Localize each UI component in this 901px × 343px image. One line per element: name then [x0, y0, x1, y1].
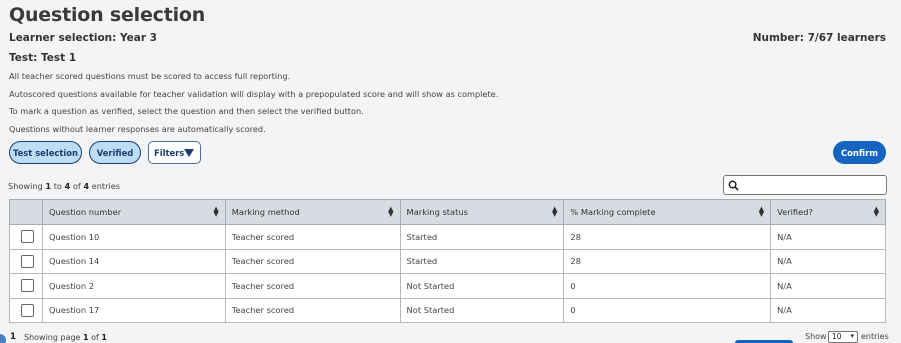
search-input[interactable] [723, 175, 887, 195]
showing-of-word: of [72, 181, 81, 191]
page-info-page: 1 [83, 333, 89, 342]
marking-status-cell: Not Started [399, 297, 565, 323]
filters-button[interactable]: Filters [148, 141, 201, 164]
sort-icon[interactable]: ▲ ▼ [213, 206, 218, 218]
showing-total: 4 [83, 181, 90, 191]
showing-to-word: to [53, 181, 62, 191]
questions-table: Question number ▲ ▼ Marking method ▲ ▼ Mar… [9, 199, 886, 323]
showing-prefix: Showing [8, 181, 43, 191]
info-line-2: Autoscored questions available for teach… [9, 89, 499, 99]
filters-label: Filters [154, 147, 185, 158]
row-checkbox-cell [9, 297, 43, 323]
row-checkbox-cell [9, 248, 43, 274]
column-header-question-number[interactable]: Question number ▲ ▼ [41, 199, 226, 225]
showing-from: 1 [45, 181, 52, 191]
column-header-verified[interactable]: Verified? ▲ ▼ [770, 199, 886, 225]
marking-status-cell: Started [399, 224, 565, 250]
column-header-marking-status[interactable]: Marking status ▲ ▼ [399, 199, 565, 225]
row-checkbox[interactable] [21, 230, 34, 244]
row-checkbox[interactable] [21, 279, 34, 293]
marking-method-cell: Teacher scored [224, 248, 401, 274]
verified-button[interactable]: Verified [89, 141, 141, 164]
marking-status-cell: Not Started [399, 273, 565, 299]
marking-status-cell: Started [399, 248, 565, 274]
sort-icon[interactable]: ▲ ▼ [388, 206, 393, 218]
marking-method-cell: Teacher scored [224, 297, 401, 323]
showing-to: 4 [64, 181, 71, 191]
marking-complete-cell: 0 [563, 273, 772, 299]
verified-cell: N/A [770, 224, 886, 250]
marking-complete-cell: 0 [563, 297, 772, 323]
test-name: Test: Test 1 [9, 52, 77, 64]
verified-cell: N/A [770, 297, 886, 323]
verified-cell: N/A [770, 273, 886, 299]
page-size-label: Show [805, 332, 827, 341]
column-header-marking-complete[interactable]: % Marking complete ▲ ▼ [563, 199, 772, 225]
column-label: Question number [48, 207, 122, 217]
question-number-cell: Question 14 [41, 248, 226, 274]
info-line-1: All teacher scored questions must be sco… [9, 71, 291, 81]
sort-icon[interactable]: ▲ ▼ [759, 206, 764, 218]
page-info-pages: 1 [101, 333, 107, 342]
verified-cell: N/A [770, 248, 886, 274]
row-checkbox[interactable] [21, 254, 34, 268]
column-label: Verified? [777, 207, 813, 217]
column-label: % Marking complete [570, 207, 656, 217]
question-number-cell: Question 10 [41, 224, 226, 250]
column-header-marking-method[interactable]: Marking method ▲ ▼ [224, 199, 401, 225]
table-row[interactable]: Question 17 Teacher scored Not Started 0… [9, 297, 886, 323]
column-label: Marking status [406, 207, 468, 217]
table-row[interactable]: Question 2 Teacher scored Not Started 0 … [9, 273, 886, 299]
marking-method-cell: Teacher scored [224, 224, 401, 250]
question-number-cell: Question 2 [41, 273, 226, 299]
marking-method-cell: Teacher scored [224, 273, 401, 299]
info-line-4: Questions without learner responses are … [9, 124, 266, 134]
page-title: Question selection [9, 4, 206, 26]
row-checkbox-cell [9, 224, 43, 250]
entries-summary: Showing 1 to 4 of 4 entries [8, 181, 120, 191]
marking-complete-cell: 28 [563, 224, 772, 250]
showing-suffix: entries [91, 181, 121, 191]
table-row[interactable]: Question 10 Teacher scored Started 28 N/… [9, 224, 886, 250]
confirm-button[interactable]: Confirm [833, 141, 886, 164]
chevron-down-icon: ▾ [850, 332, 854, 340]
sort-icon[interactable]: ▲ ▼ [552, 206, 557, 218]
pagination-summary: Showing page 1 of 1 [24, 333, 107, 342]
page-size-select[interactable]: 10 ▾ [828, 331, 858, 343]
question-number-cell: Question 17 [41, 297, 226, 323]
learner-selection: Learner selection: Year 3 [9, 32, 157, 44]
table-header-row: Question number ▲ ▼ Marking method ▲ ▼ Mar… [9, 199, 886, 225]
pagination-current-page[interactable]: 1 [10, 332, 16, 342]
page-size-suffix: entries [861, 332, 889, 341]
triangle-down-icon [184, 149, 194, 157]
page-info-prefix: Showing page [24, 333, 81, 342]
marking-complete-cell: 28 [563, 248, 772, 274]
sort-icon[interactable]: ▲ ▼ [874, 206, 879, 218]
learner-count: Number: 7/67 learners [752, 32, 886, 44]
help-widget[interactable] [0, 334, 6, 343]
select-column-header [9, 199, 43, 225]
info-line-3: To mark a question as verified, select t… [9, 106, 364, 116]
column-label: Marking method [231, 207, 300, 217]
test-selection-button[interactable]: Test selection [9, 141, 82, 164]
table-row[interactable]: Question 14 Teacher scored Started 28 N/… [9, 248, 886, 274]
page-size-value: 10 [832, 332, 842, 341]
search-icon [728, 180, 739, 191]
row-checkbox-cell [9, 273, 43, 299]
page-info-of: of [91, 333, 99, 342]
row-checkbox[interactable] [21, 303, 34, 317]
